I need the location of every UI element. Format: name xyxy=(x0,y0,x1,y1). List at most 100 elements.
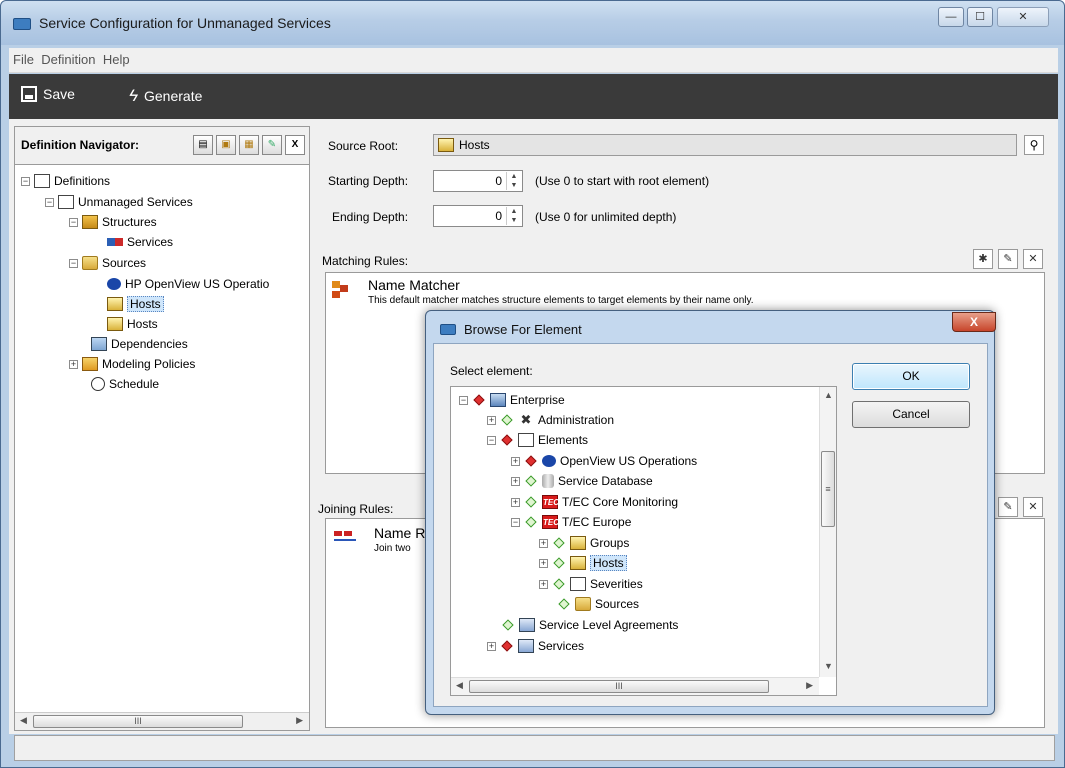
scroll-left-icon[interactable]: ◀ xyxy=(20,715,27,726)
tree-item-tec-europe[interactable]: − TEC T/EC Europe xyxy=(511,513,631,531)
tree-item-services[interactable]: + Services xyxy=(487,637,584,655)
elements-icon xyxy=(518,433,534,447)
tree-item-hosts[interactable]: Hosts xyxy=(107,315,158,333)
services-icon xyxy=(518,639,534,653)
collapse-icon[interactable]: − xyxy=(69,258,78,268)
close-button[interactable]: ✕ xyxy=(997,7,1049,27)
minimize-button[interactable]: — xyxy=(938,7,964,27)
tree-item-label: Services xyxy=(127,235,174,249)
tree-item-severities[interactable]: + Severities xyxy=(539,575,643,593)
navigator-title: Definition Navigator: xyxy=(21,138,140,152)
starting-depth-hint: (Use 0 to start with root element) xyxy=(535,174,710,188)
dialog-close-button[interactable]: X xyxy=(952,312,996,332)
tree-item-definitions[interactable]: − Definitions xyxy=(21,172,110,190)
expand-icon[interactable]: + xyxy=(511,476,520,486)
sources-icon xyxy=(82,256,98,270)
element-tree-vscrollbar[interactable]: ▲ ≡ ▼ xyxy=(819,387,836,677)
tree-item-sources[interactable]: − Sources xyxy=(69,254,146,272)
tree-item-administration[interactable]: + ✖ Administration xyxy=(487,411,614,429)
tree-item-enterprise[interactable]: − Enterprise xyxy=(459,391,565,409)
new-definition-icon[interactable]: ▤ xyxy=(193,135,213,155)
new-source-icon[interactable]: ▦ xyxy=(239,135,259,155)
status-normal-icon xyxy=(501,414,513,426)
menu-definition[interactable]: Definition xyxy=(39,48,97,67)
collapse-icon[interactable]: − xyxy=(45,197,54,207)
joining-rules-label: Joining Rules: xyxy=(318,502,394,516)
delete-icon[interactable]: X xyxy=(285,135,305,155)
add-rule-button[interactable]: ✱ xyxy=(973,249,993,269)
tree-item-modeling-policies[interactable]: + Modeling Policies xyxy=(69,355,195,373)
delete-joining-rule-button[interactable]: ✕ xyxy=(1023,497,1043,517)
expand-icon[interactable]: + xyxy=(539,579,548,589)
spinner-arrows-icon[interactable]: ▲ ▼ xyxy=(506,172,521,190)
tree-item-schedule[interactable]: Schedule xyxy=(91,375,159,393)
scroll-thumb[interactable]: III xyxy=(469,680,769,693)
edit-joining-rule-button[interactable]: ✎ xyxy=(998,497,1018,517)
collapse-icon[interactable]: − xyxy=(487,435,496,445)
element-tree[interactable]: − Enterprise + ✖ Administration − Elemen… xyxy=(450,386,837,696)
maximize-button[interactable]: ☐ xyxy=(967,7,993,27)
tree-item-sources[interactable]: Sources xyxy=(557,595,639,613)
expand-icon[interactable]: + xyxy=(511,456,520,466)
collapse-icon[interactable]: − xyxy=(511,517,520,527)
status-normal-icon xyxy=(525,475,537,487)
edit-rule-button[interactable]: ✎ xyxy=(998,249,1018,269)
collapse-icon[interactable]: − xyxy=(21,176,30,186)
scroll-right-icon[interactable]: ▶ xyxy=(296,715,303,726)
select-element-label: Select element: xyxy=(450,364,533,378)
tree-item-service-database[interactable]: + Service Database xyxy=(511,472,653,490)
tree-item-hosts-selected[interactable]: Hosts xyxy=(107,295,164,313)
spinner-arrows-icon[interactable]: ▲ ▼ xyxy=(506,207,521,225)
tree-item-service-level-agreements[interactable]: Service Level Agreements xyxy=(501,616,678,634)
starting-depth-stepper[interactable]: 0 ▲ ▼ xyxy=(433,170,523,192)
clock-icon xyxy=(91,377,105,391)
scroll-thumb[interactable]: III xyxy=(33,715,243,728)
scroll-up-icon[interactable]: ▲ xyxy=(824,390,833,400)
new-structure-icon[interactable]: ▣ xyxy=(216,135,236,155)
tree-item-hosts-selected[interactable]: + Hosts xyxy=(539,554,627,572)
navigator-hscrollbar[interactable]: ◀ III ▶ xyxy=(15,712,309,730)
scroll-right-icon[interactable]: ▶ xyxy=(806,680,813,691)
binoculars-icon: ⚲ xyxy=(1029,138,1039,152)
expand-icon[interactable]: + xyxy=(539,538,548,548)
tree-item-dependencies[interactable]: Dependencies xyxy=(91,335,188,353)
tree-item-groups[interactable]: + Groups xyxy=(539,534,629,552)
delete-rule-button[interactable]: ✕ xyxy=(1023,249,1043,269)
tree-item-elements[interactable]: − Elements xyxy=(487,431,588,449)
severities-icon xyxy=(570,577,586,591)
expand-icon[interactable]: + xyxy=(539,558,548,568)
services-icon xyxy=(107,238,123,246)
tree-item-tec-core-monitoring[interactable]: + TEC T/EC Core Monitoring xyxy=(511,493,678,511)
expand-icon[interactable]: + xyxy=(69,359,78,369)
tree-item-structures[interactable]: − Structures xyxy=(69,213,157,231)
tree-item-label: Sources xyxy=(102,256,147,270)
ending-depth-label: Ending Depth: xyxy=(332,210,409,224)
ending-depth-stepper[interactable]: 0 ▲ ▼ xyxy=(433,205,523,227)
tree-item-label: Service Database xyxy=(558,474,653,488)
tree-item-unmanaged-services[interactable]: − Unmanaged Services xyxy=(45,193,193,211)
browse-button[interactable]: ⚲ xyxy=(1024,135,1044,155)
scroll-down-icon[interactable]: ▼ xyxy=(824,661,833,671)
tree-item-openview-us-operations[interactable]: + OpenView US Operations xyxy=(511,452,697,470)
dialog-title-bar: Browse For Element X xyxy=(432,312,996,343)
tools-icon: ✖ xyxy=(520,412,532,427)
scroll-thumb[interactable]: ≡ xyxy=(821,451,835,527)
expand-icon[interactable]: + xyxy=(487,415,496,425)
hosts-icon xyxy=(107,297,123,311)
menu-file[interactable]: File xyxy=(9,48,36,67)
tree-item-services[interactable]: Services xyxy=(107,233,173,251)
generate-button[interactable]: ϟ Generate xyxy=(129,86,202,106)
element-tree-hscrollbar[interactable]: ◀ III ▶ xyxy=(451,677,819,695)
expand-icon[interactable]: + xyxy=(511,497,520,507)
save-button[interactable]: Save xyxy=(21,86,75,102)
collapse-icon[interactable]: − xyxy=(459,395,468,405)
status-bar xyxy=(14,735,1055,761)
scroll-left-icon[interactable]: ◀ xyxy=(456,680,463,691)
menu-help[interactable]: Help xyxy=(101,48,132,67)
tree-item-openview[interactable]: HP OpenView US Operatio xyxy=(107,275,269,293)
cancel-button[interactable]: Cancel xyxy=(852,401,970,428)
ok-button[interactable]: OK xyxy=(852,363,970,390)
expand-icon[interactable]: + xyxy=(487,641,496,651)
edit-icon[interactable]: ✎ xyxy=(262,135,282,155)
collapse-icon[interactable]: − xyxy=(69,217,78,227)
